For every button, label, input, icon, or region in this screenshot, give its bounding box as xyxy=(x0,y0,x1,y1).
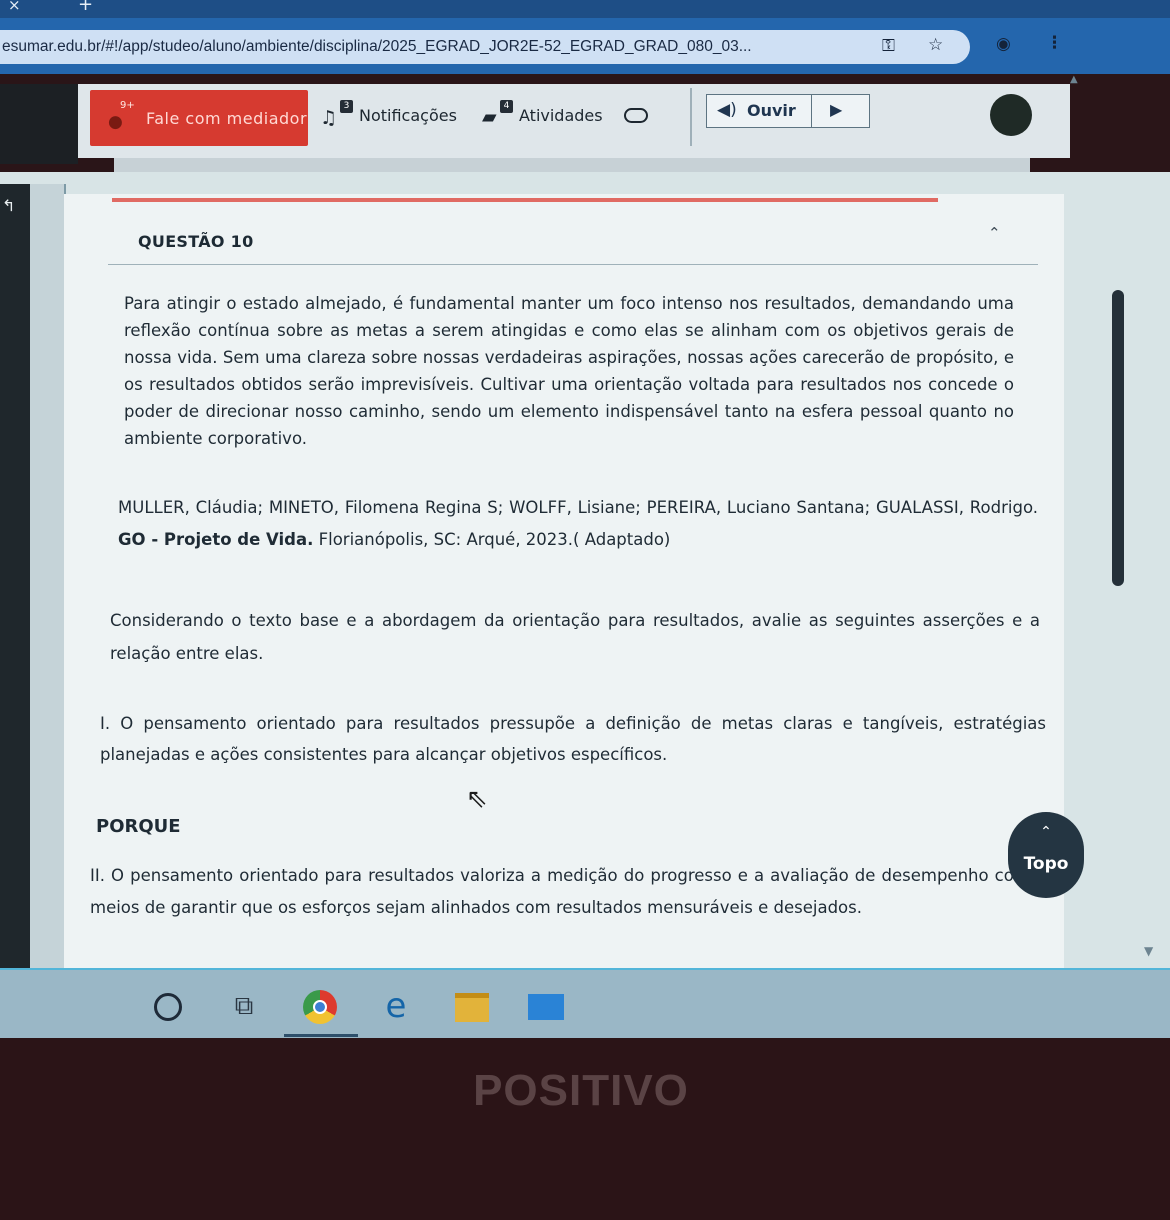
toolbar-under-strip xyxy=(114,158,1030,172)
chat-bubble-icon: ● xyxy=(108,112,123,132)
user-avatar[interactable] xyxy=(990,94,1032,136)
collapse-chevron-icon[interactable]: ⌃ xyxy=(988,224,1001,242)
password-key-icon[interactable]: ⚿ xyxy=(882,36,895,56)
topo-label: Topo xyxy=(1023,854,1069,874)
cortana-search-icon[interactable] xyxy=(148,986,188,1026)
topo-button[interactable]: ⌃ Topo xyxy=(1008,812,1084,898)
chrome-app-icon[interactable] xyxy=(300,986,340,1026)
notificacoes-badge: 3 xyxy=(340,100,353,113)
file-explorer-icon[interactable] xyxy=(452,986,492,1026)
reference-authors: MULLER, Cláudia; MINETO, Filomena Regina… xyxy=(118,498,1038,517)
scroll-up-arrow-icon[interactable]: ▲ xyxy=(1070,74,1078,85)
card-accent-line xyxy=(112,198,938,202)
atividades-badge: 4 xyxy=(500,100,513,113)
ouvir-button[interactable]: ◀) Ouvir ▶ xyxy=(706,94,870,128)
notificacoes-link[interactable]: Notificações xyxy=(359,106,457,125)
browser-menu-icon[interactable]: ⋮ xyxy=(1046,33,1063,53)
play-icon: ▶ xyxy=(830,100,843,119)
reference-publication: Florianópolis, SC: Arqué, 2023.( Adaptad… xyxy=(313,530,671,549)
base-text-paragraph: Para atingir o estado almejado, é fundam… xyxy=(124,294,1014,448)
instruction-text: Considerando o texto base e a abordagem … xyxy=(110,611,1040,663)
mouse-cursor-icon: ⇖ xyxy=(466,784,488,814)
profile-icon[interactable]: ◉ xyxy=(996,34,1011,54)
activities-icon[interactable]: ▰ xyxy=(482,106,497,128)
browser-toolbar: esumar.edu.br/#!/app/studeo/aluno/ambien… xyxy=(0,18,1170,74)
fale-com-mediador-label: Fale com mediador xyxy=(146,109,308,128)
contrast-toggle-icon[interactable] xyxy=(624,108,648,123)
new-tab-icon[interactable]: + xyxy=(78,0,93,15)
bookmark-star-icon[interactable]: ☆ xyxy=(928,35,943,55)
play-button[interactable]: ▶ xyxy=(811,95,872,127)
left-edge-panel xyxy=(0,84,78,164)
reference: MULLER, Cláudia; MINETO, Filomena Regina… xyxy=(118,492,1038,556)
assertion-1: I. O pensamento orientado para resultado… xyxy=(100,714,1046,764)
assertion-2: II. O pensamento orientado para resultad… xyxy=(90,866,1040,917)
taskbar: ⧉ e xyxy=(0,970,1170,1038)
toolbar-divider xyxy=(690,88,692,146)
address-bar[interactable]: esumar.edu.br/#!/app/studeo/aluno/ambien… xyxy=(0,30,970,64)
question-title: QUESTÃO 10 xyxy=(138,232,254,251)
scroll-down-arrow-icon[interactable]: ▼ xyxy=(1144,944,1153,958)
app-toolbar: ● 9+ Fale com mediador ♫ 3 Notificações … xyxy=(78,84,1070,158)
scrollbar-thumb[interactable] xyxy=(1112,290,1124,586)
left-side-panel xyxy=(30,184,66,970)
speaker-icon: ◀) xyxy=(717,100,737,120)
chevron-up-icon: ⌃ xyxy=(1040,824,1052,840)
question-card: QUESTÃO 10 ⌃ Para atingir o estado almej… xyxy=(64,194,1064,970)
mail-app-icon[interactable] xyxy=(526,986,566,1026)
title-divider xyxy=(108,264,1038,265)
reference-title: GO - Projeto de Vida. xyxy=(118,530,314,549)
close-tab-icon[interactable]: × xyxy=(8,0,21,14)
edge-app-icon[interactable]: e xyxy=(376,986,416,1026)
back-arrow-icon[interactable]: ↰ xyxy=(2,196,15,215)
porque-connector: PORQUE xyxy=(96,816,181,837)
laptop-brand-logo: POSITIVO xyxy=(473,1066,689,1115)
bell-icon[interactable]: ♫ xyxy=(320,107,337,129)
url-text: esumar.edu.br/#!/app/studeo/aluno/ambien… xyxy=(2,38,752,55)
fale-com-mediador-button[interactable]: ● 9+ Fale com mediador xyxy=(90,90,308,146)
task-view-icon[interactable]: ⧉ xyxy=(224,986,264,1026)
active-app-indicator xyxy=(284,1034,358,1037)
mediador-count-badge: 9+ xyxy=(120,100,135,111)
left-dark-edge xyxy=(0,184,30,970)
atividades-link[interactable]: Atividades xyxy=(519,106,603,125)
ouvir-label: Ouvir xyxy=(747,101,796,120)
